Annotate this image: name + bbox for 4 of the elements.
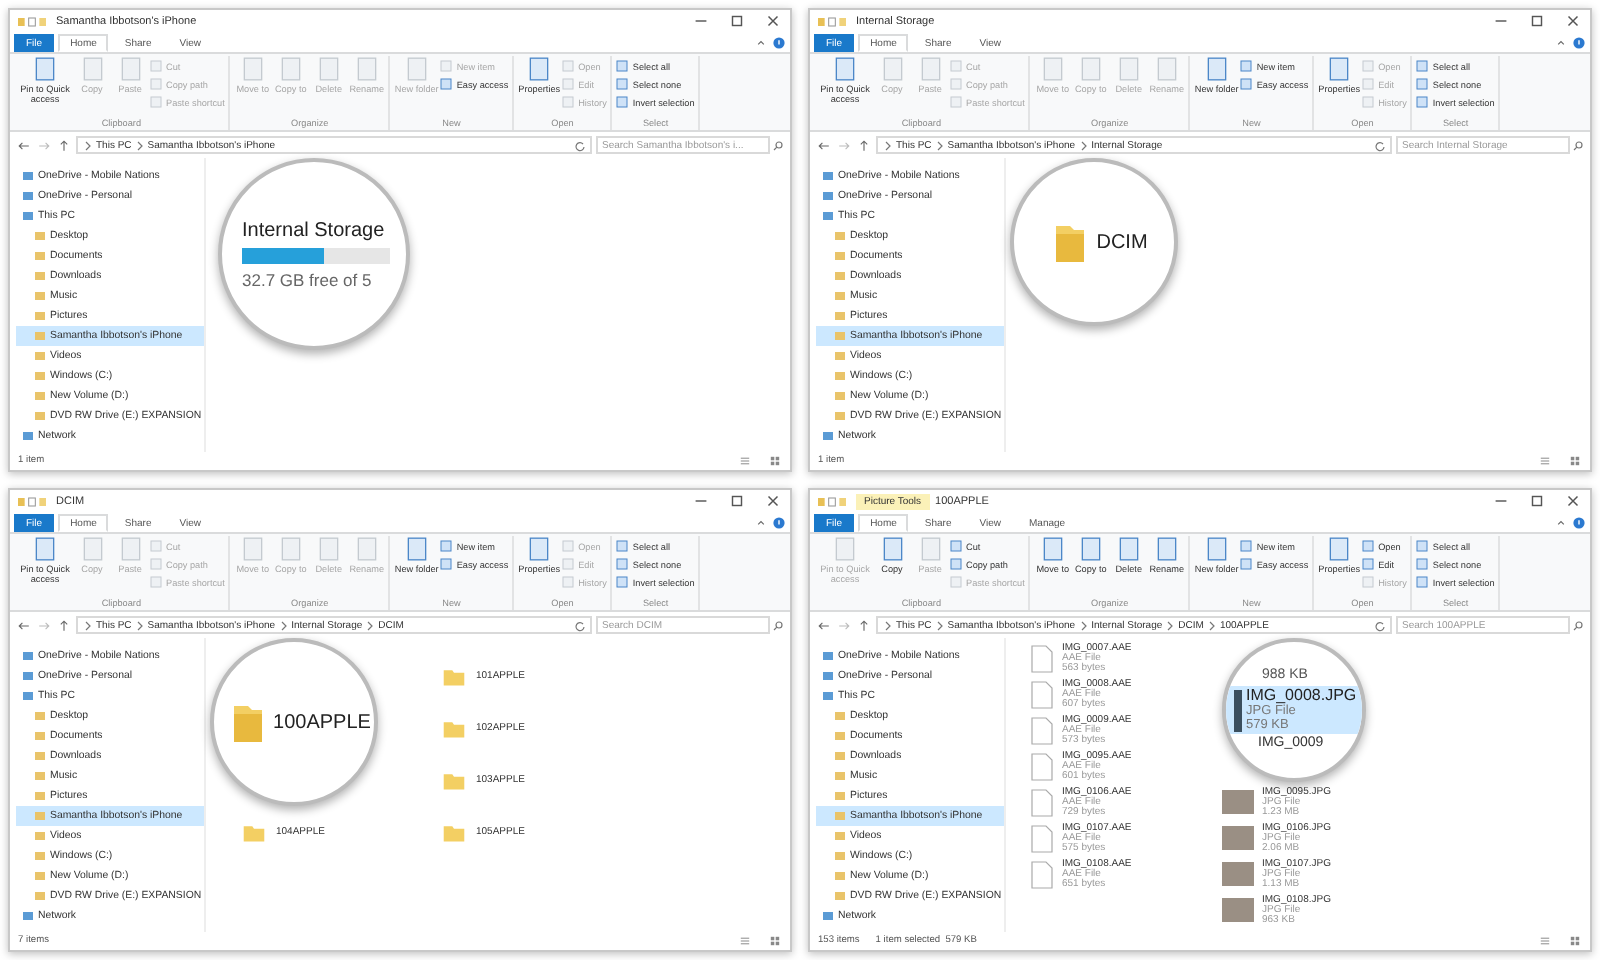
folder-name: DCIM [1096, 231, 1148, 253]
folder-name: 100APPLE [273, 711, 371, 733]
drive-name: Internal Storage [242, 219, 385, 241]
free-space-text: 32.7 GB free of 5 [242, 269, 372, 289]
